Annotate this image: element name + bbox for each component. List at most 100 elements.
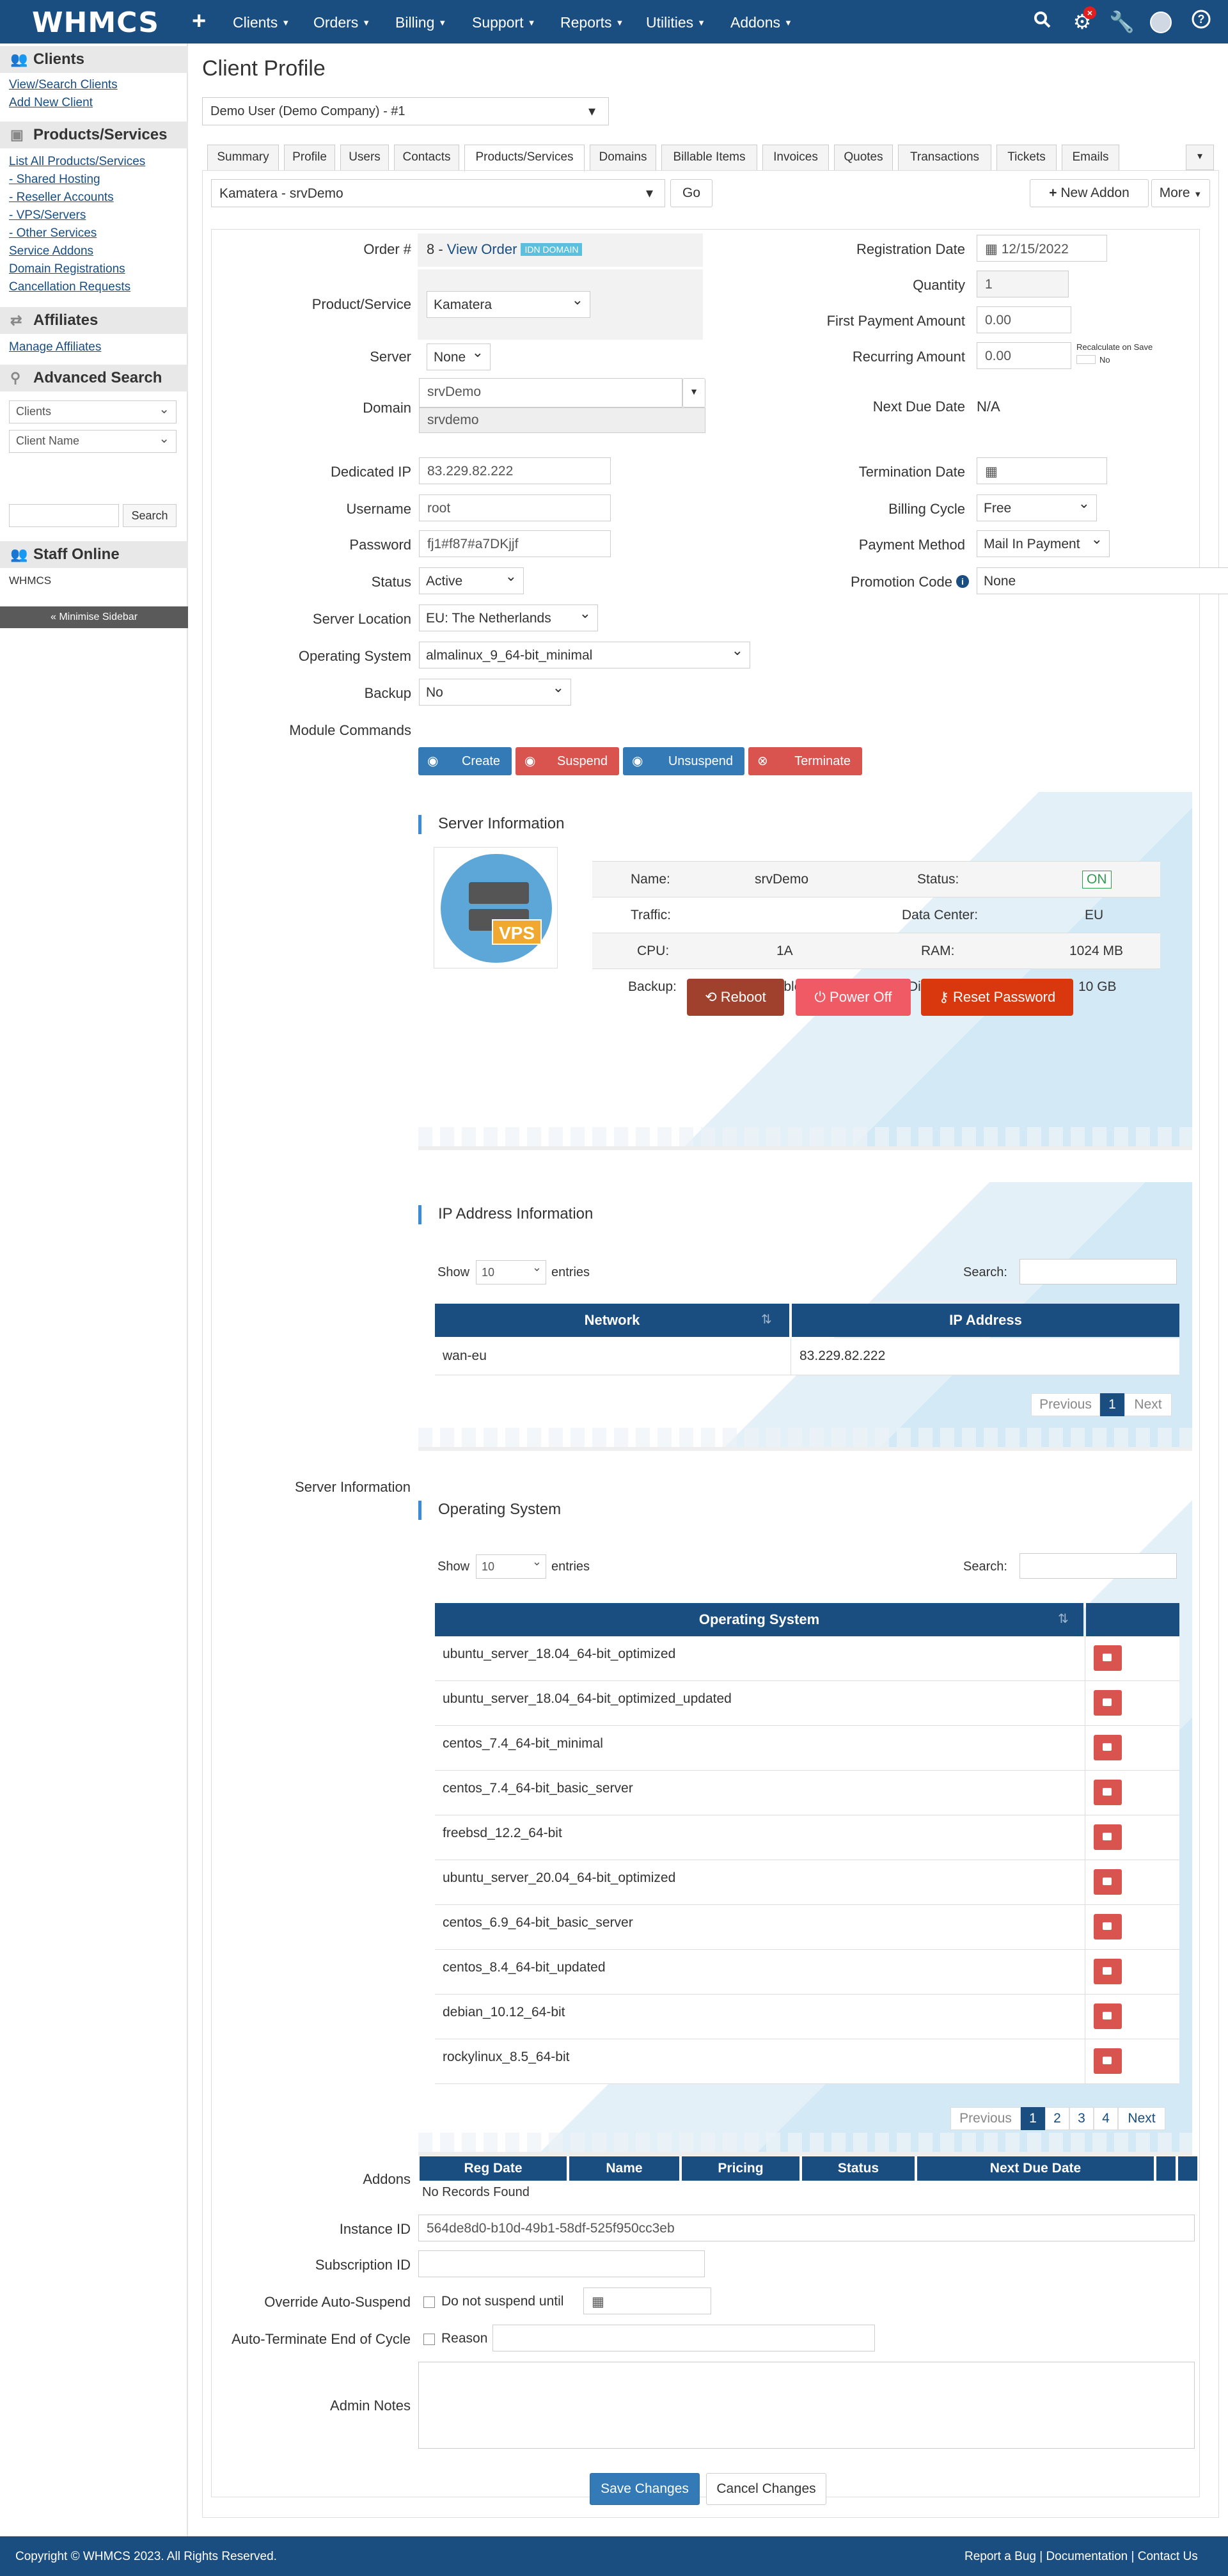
sidebar-link-affiliates[interactable]: Manage Affiliates bbox=[9, 340, 101, 354]
username-input[interactable]: root bbox=[419, 494, 611, 521]
entries-select[interactable]: 10 bbox=[476, 1260, 546, 1284]
tab-invoices[interactable]: Invoices bbox=[762, 145, 829, 170]
install-os-button[interactable] bbox=[1094, 1959, 1122, 1984]
sidebar-link-shared[interactable]: - Shared Hosting bbox=[9, 173, 100, 187]
status-select[interactable]: Active bbox=[419, 567, 524, 594]
save-changes-button[interactable]: Save Changes bbox=[590, 2473, 700, 2505]
tab-products-services[interactable]: Products/Services bbox=[464, 145, 585, 171]
alert-badge[interactable]: × bbox=[1083, 6, 1096, 19]
tab-tickets[interactable]: Tickets bbox=[996, 145, 1057, 170]
help-icon[interactable]: ? bbox=[1188, 9, 1214, 35]
install-os-button[interactable] bbox=[1094, 1780, 1122, 1805]
product-select-field[interactable]: Kamatera bbox=[427, 291, 590, 318]
footer-links[interactable]: Report a Bug | Documentation | Contact U… bbox=[964, 2550, 1198, 2564]
domain-dropdown-button[interactable]: ▼ bbox=[682, 378, 705, 407]
install-os-button[interactable] bbox=[1094, 1690, 1122, 1716]
recurring-amount-input[interactable]: 0.00 bbox=[977, 342, 1071, 369]
termination-date-input[interactable]: ▦ bbox=[977, 457, 1107, 484]
os-entries-select[interactable]: 10 bbox=[476, 1554, 546, 1579]
sidebar-link-view-clients[interactable]: View/Search Clients bbox=[9, 78, 118, 92]
os-pager-page-4[interactable]: 4 bbox=[1094, 2107, 1118, 2130]
cancel-changes-button[interactable]: Cancel Changes bbox=[706, 2473, 826, 2505]
reboot-button[interactable]: ⟲ Reboot bbox=[687, 979, 784, 1016]
tab-contacts[interactable]: Contacts bbox=[394, 145, 459, 170]
tab-profile[interactable]: Profile bbox=[284, 145, 335, 170]
ip-pager-previous[interactable]: Previous bbox=[1031, 1393, 1100, 1416]
reason-input[interactable] bbox=[492, 2325, 875, 2351]
more-button[interactable]: More ▼ bbox=[1151, 179, 1210, 207]
tab-summary[interactable]: Summary bbox=[207, 145, 279, 170]
sidebar-link-reseller[interactable]: - Reseller Accounts bbox=[9, 191, 114, 205]
install-os-button[interactable] bbox=[1094, 1869, 1122, 1895]
os-search-input[interactable] bbox=[1019, 1553, 1177, 1579]
nav-addons[interactable]: Addons ▼ bbox=[730, 14, 792, 31]
minimise-sidebar-button[interactable]: « Minimise Sidebar bbox=[0, 606, 188, 628]
override-auto-suspend-checkbox[interactable] bbox=[423, 2296, 435, 2308]
whmcs-logo[interactable]: WHMCS bbox=[32, 6, 159, 39]
billing-cycle-select[interactable]: Free bbox=[977, 494, 1097, 521]
sidebar-link-add-client[interactable]: Add New Client bbox=[9, 96, 93, 110]
install-os-button[interactable] bbox=[1094, 1645, 1122, 1671]
search-type-select[interactable]: Clients bbox=[9, 400, 177, 423]
nav-support[interactable]: Support ▼ bbox=[472, 14, 535, 31]
server-select[interactable]: None bbox=[427, 344, 491, 370]
server-location-select[interactable]: EU: The Netherlands bbox=[419, 604, 598, 631]
unsuspend-button[interactable]: ◉ Unsuspend bbox=[623, 747, 744, 775]
tab-transactions[interactable]: Transactions bbox=[898, 145, 991, 170]
ip-pager-page-1[interactable]: 1 bbox=[1100, 1393, 1124, 1416]
promotion-code-select[interactable]: None bbox=[977, 567, 1228, 594]
sidebar-search-button[interactable]: Search bbox=[123, 504, 177, 527]
domain-input[interactable]: srvDemo bbox=[419, 378, 682, 407]
tab-emails[interactable]: Emails bbox=[1062, 145, 1119, 170]
payment-method-select[interactable]: Mail In Payment bbox=[977, 530, 1110, 557]
install-os-button[interactable] bbox=[1094, 2003, 1122, 2029]
tab-quotes[interactable]: Quotes bbox=[834, 145, 893, 170]
suspend-button[interactable]: ◉ Suspend bbox=[516, 747, 619, 775]
ip-search-input[interactable] bbox=[1019, 1259, 1177, 1284]
nav-utilities[interactable]: Utilities ▼ bbox=[646, 14, 705, 31]
recalculate-toggle[interactable] bbox=[1076, 355, 1096, 364]
user-icon[interactable] bbox=[1150, 12, 1172, 33]
os-pager-previous[interactable]: Previous bbox=[950, 2107, 1021, 2130]
os-pager-page-2[interactable]: 2 bbox=[1045, 2107, 1069, 2130]
tab-users[interactable]: Users bbox=[340, 145, 389, 170]
install-os-button[interactable] bbox=[1094, 2048, 1122, 2074]
nav-reports[interactable]: Reports ▼ bbox=[560, 14, 624, 31]
quantity-input[interactable]: 1 bbox=[977, 271, 1069, 297]
os-pager-page-1[interactable]: 1 bbox=[1021, 2107, 1045, 2130]
info-icon[interactable]: i bbox=[956, 575, 969, 588]
create-button[interactable]: ◉ Create bbox=[418, 747, 512, 775]
th-ip-address[interactable]: IP Address bbox=[792, 1304, 1179, 1337]
client-select[interactable]: Demo User (Demo Company) - #1 bbox=[202, 97, 609, 125]
override-date-input[interactable]: ▦ bbox=[583, 2288, 711, 2314]
install-os-button[interactable] bbox=[1094, 1914, 1122, 1940]
install-os-button[interactable] bbox=[1094, 1824, 1122, 1850]
reset-password-button[interactable]: ⚷ Reset Password bbox=[921, 979, 1073, 1016]
operating-system-select[interactable]: almalinux_9_64-bit_minimal bbox=[419, 642, 750, 668]
sidebar-search-input[interactable] bbox=[9, 504, 119, 527]
nav-billing[interactable]: Billing ▼ bbox=[395, 14, 446, 31]
auto-terminate-checkbox[interactable] bbox=[423, 2334, 435, 2345]
tab-billable-items[interactable]: Billable Items bbox=[661, 145, 757, 170]
view-order-link[interactable]: View Order bbox=[447, 241, 517, 257]
power-off-button[interactable]: ⏻ Power Off bbox=[796, 979, 911, 1016]
sidebar-link-addons[interactable]: Service Addons bbox=[9, 244, 93, 258]
go-button[interactable]: Go bbox=[670, 179, 712, 207]
domain-suggestion[interactable]: srvdemo bbox=[419, 407, 705, 433]
registration-date-input[interactable]: ▦ 12/15/2022 bbox=[977, 235, 1107, 262]
ip-pager-next[interactable]: Next bbox=[1124, 1393, 1172, 1416]
sidebar-link-cancellations[interactable]: Cancellation Requests bbox=[9, 280, 130, 294]
tab-dropdown[interactable]: ▾ bbox=[1186, 145, 1214, 170]
instance-id-input[interactable]: 564de8d0-b10d-49b1-58df-525f950cc3eb bbox=[418, 2215, 1195, 2241]
password-input[interactable]: fj1#f87#a7DKjjf bbox=[419, 530, 611, 557]
dedicated-ip-input[interactable]: 83.229.82.222 bbox=[419, 457, 611, 484]
first-payment-input[interactable]: 0.00 bbox=[977, 306, 1071, 333]
tab-domains[interactable]: Domains bbox=[590, 145, 656, 170]
search-icon[interactable] bbox=[1030, 9, 1055, 35]
sidebar-link-other[interactable]: - Other Services bbox=[9, 226, 97, 241]
nav-orders[interactable]: Orders ▼ bbox=[313, 14, 370, 31]
product-select[interactable]: Kamatera - srvDemo bbox=[211, 179, 665, 207]
new-addon-button[interactable]: + New Addon bbox=[1030, 179, 1149, 207]
sidebar-link-domains[interactable]: Domain Registrations bbox=[9, 262, 125, 276]
subscription-id-input[interactable] bbox=[418, 2250, 705, 2277]
